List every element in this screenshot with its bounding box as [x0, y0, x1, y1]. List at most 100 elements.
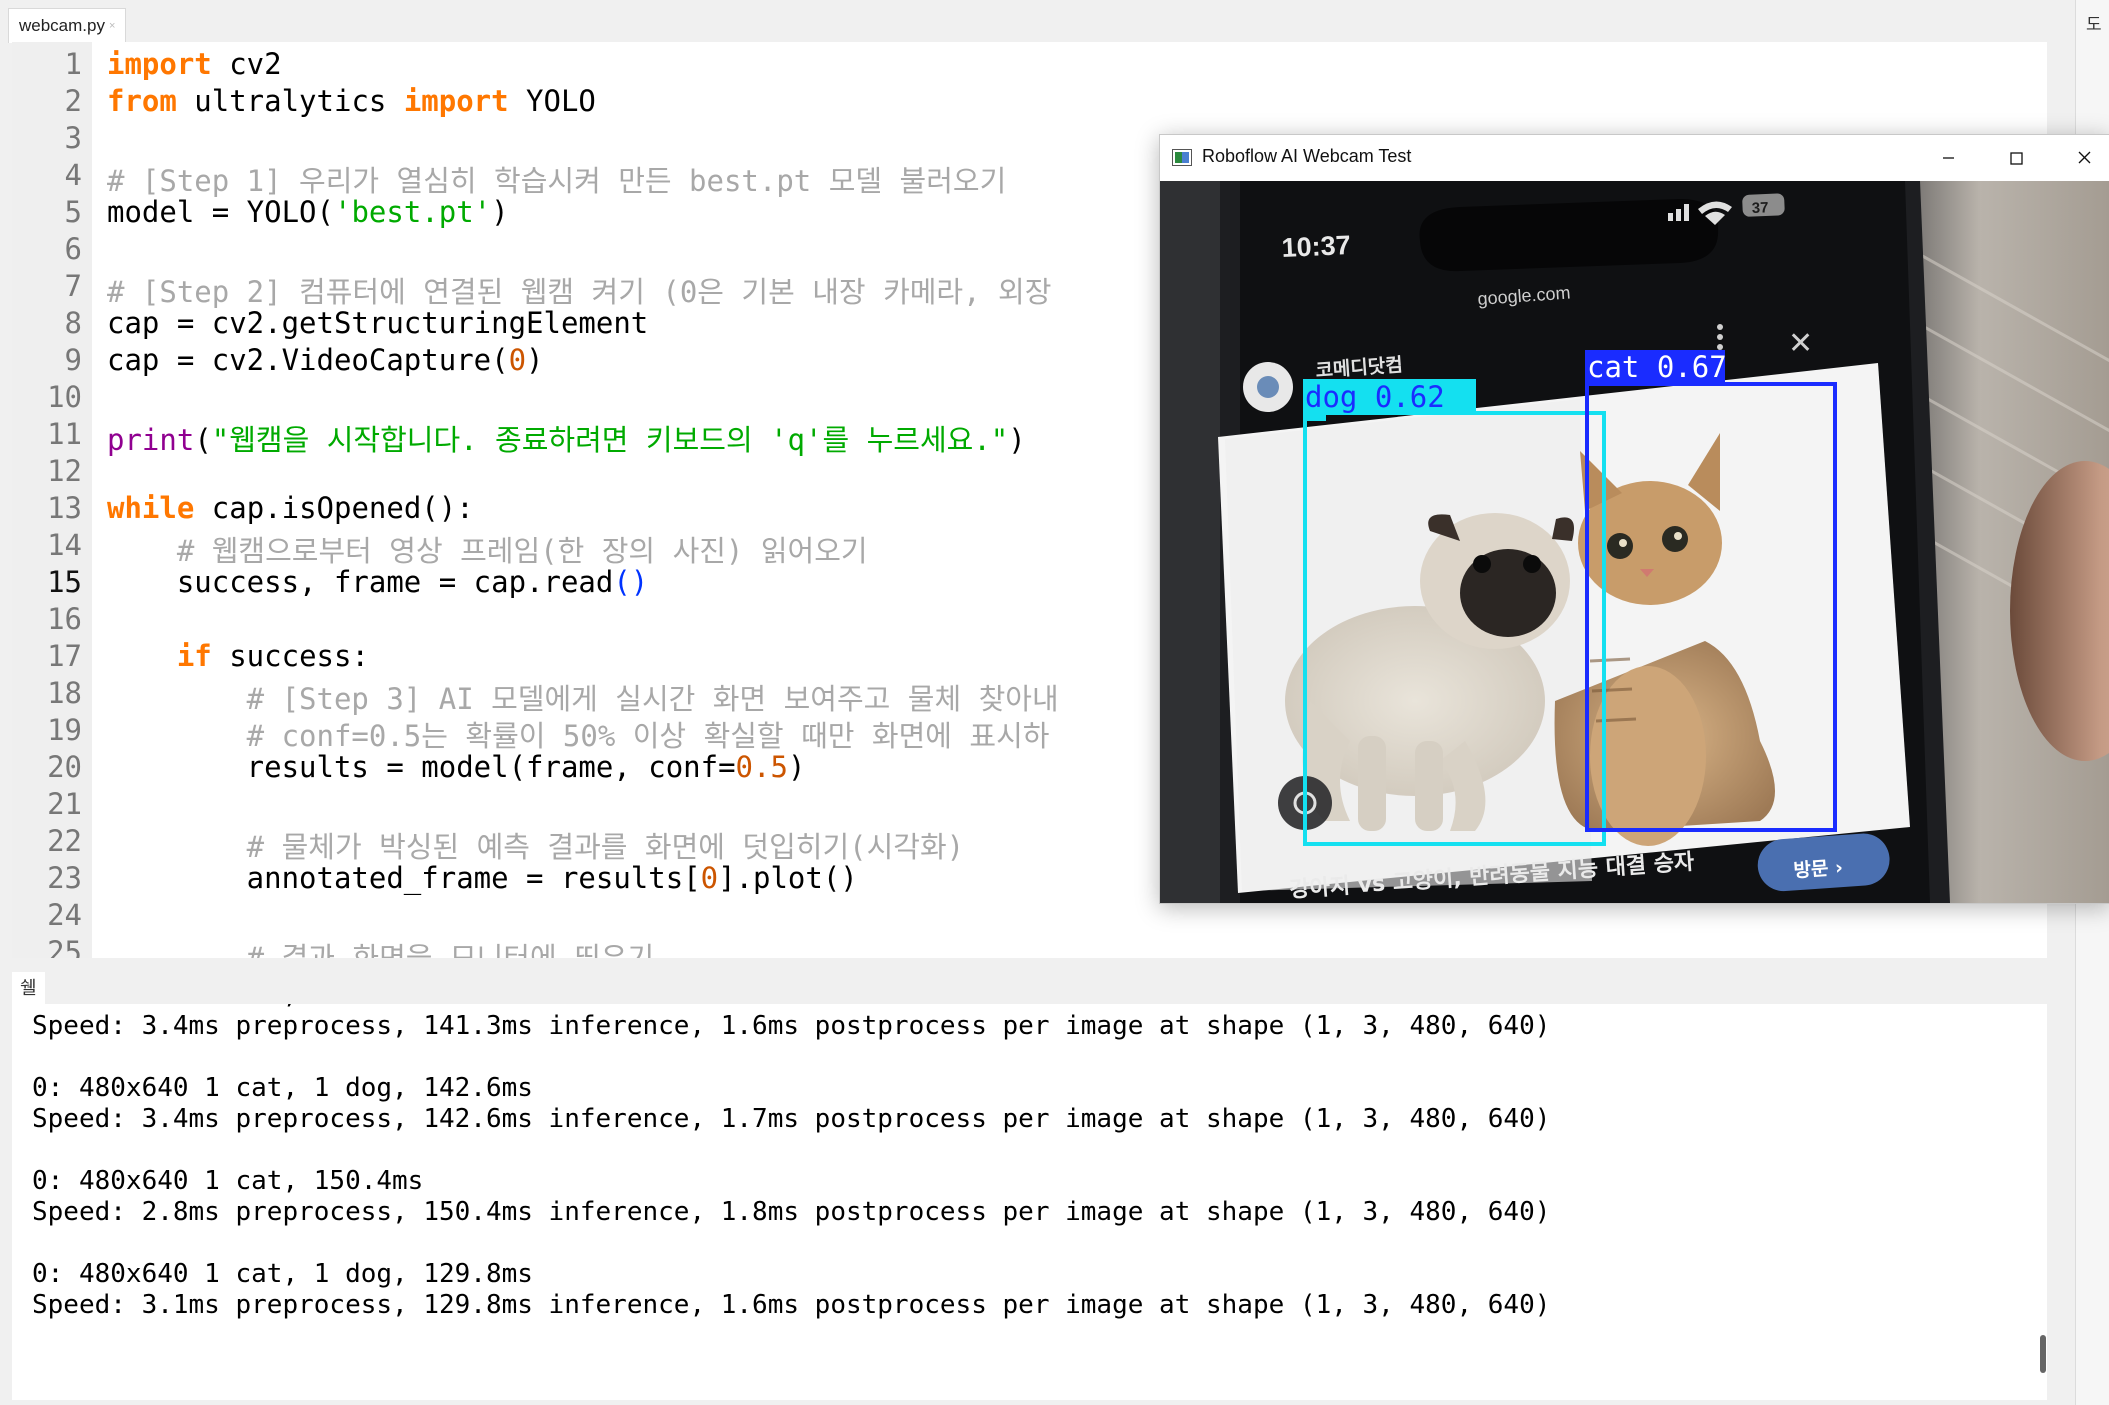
battery-level: 37	[1751, 199, 1768, 217]
code-token: import	[403, 84, 509, 118]
line-number: 15	[47, 565, 82, 599]
line-number: 2	[64, 84, 82, 118]
line-number: 5	[64, 195, 82, 229]
code-token: annotated_frame = results[	[107, 861, 701, 895]
code-token: cap = cv2.VideoCapture(	[107, 343, 509, 377]
shell-line: Speed: 3.4ms preprocess, 141.3ms inferen…	[32, 1011, 1551, 1041]
code-token: # conf=0.5는 확률이 50% 이상 확실할 때만 화면에 표시하	[107, 719, 1050, 753]
code-token: ultralytics	[176, 84, 404, 118]
line-number: 3	[64, 121, 82, 155]
line-number: 25	[47, 935, 82, 958]
app-icon	[1172, 149, 1192, 166]
webcam-title: Roboflow AI Webcam Test	[1202, 146, 1412, 166]
line-number: 13	[47, 491, 82, 525]
more-options-icon	[1717, 324, 1723, 350]
code-line[interactable]: if success:	[107, 639, 369, 673]
code-token: # [Step 2] 컴퓨터에 연결된 웹캠 켜기 (0은 기본 내장 카메라,…	[107, 275, 1052, 309]
code-token: ()	[613, 565, 649, 599]
maximize-button[interactable]	[1982, 135, 2050, 181]
line-number: 12	[47, 454, 82, 488]
code-token: import	[107, 47, 212, 81]
webcam-frame: 10:37 37 google.com ✕ 코메디닷컴 강아지 vs 고양이, …	[1160, 181, 2109, 903]
code-token: cv2	[211, 47, 282, 81]
line-number: 14	[47, 528, 82, 562]
code-token: ].plot()	[718, 861, 858, 895]
visit-button-label: 방문 ›	[1793, 857, 1844, 882]
code-line[interactable]: # 물체가 박싱된 예측 결과를 화면에 덧입히기(시각화)	[107, 824, 964, 866]
file-tab-webcam[interactable]: webcam.py ×	[8, 8, 127, 43]
code-token: 0	[508, 343, 527, 377]
shell-line: Speed: 3.4ms preprocess, 142.6ms inferen…	[32, 1104, 1551, 1134]
close-icon	[2078, 151, 2091, 164]
webcam-titlebar[interactable]: Roboflow AI Webcam Test	[1160, 135, 2109, 181]
code-token: # [Step 3] AI 모델에게 실시간 화면 보여주고 물체 찾아내	[107, 682, 1059, 716]
code-line[interactable]: cap = cv2.VideoCapture(0)	[107, 343, 544, 377]
code-token: results = model(frame, conf=	[107, 750, 736, 784]
code-token: )	[1008, 423, 1026, 457]
code-line[interactable]: annotated_frame = results[0].plot()	[107, 861, 858, 895]
code-token: 'best.pt'	[333, 195, 492, 229]
code-line[interactable]: print("웹캠을 시작합니다. 종료하려면 키보드의 'q'를 누르세요."…	[107, 417, 1026, 459]
code-line[interactable]: # conf=0.5는 확률이 50% 이상 확실할 때만 화면에 표시하	[107, 713, 1050, 755]
code-token: model = YOLO(	[107, 195, 334, 229]
line-number: 1	[64, 47, 82, 81]
dynamic-island	[1419, 199, 1719, 272]
code-line[interactable]: from ultralytics import YOLO	[107, 84, 596, 118]
shell-line: 0: 480x640 1 cat, 150.4ms	[32, 1166, 424, 1196]
code-line[interactable]: # [Step 1] 우리가 열심히 학습시켜 만든 best.pt 모델 불러…	[107, 158, 1006, 200]
line-number: 8	[64, 306, 82, 340]
code-line[interactable]: cap = cv2.getStructuringElement	[107, 306, 648, 340]
shell-line: Speed: 3.1ms preprocess, 129.8ms inferen…	[32, 1290, 1551, 1320]
tab-close-icon[interactable]: ×	[109, 20, 115, 32]
code-token: "웹캠을 시작합니다. 종료하려면 키보드의 'q'를 누르세요."	[211, 423, 1009, 457]
shell-output[interactable]: 0: 480x640 1 cat, 141.3msSpeed: 3.4ms pr…	[12, 1004, 2047, 1400]
line-number: 23	[47, 861, 82, 895]
code-token: success:	[211, 639, 369, 673]
file-tab-label: webcam.py	[19, 16, 105, 35]
shell-tab-label: 쉘	[20, 978, 37, 999]
line-number: 21	[47, 787, 82, 821]
code-token: from	[107, 84, 177, 118]
code-line[interactable]: model = YOLO('best.pt')	[107, 195, 509, 229]
shell-tab[interactable]: 쉘	[12, 972, 45, 1006]
shell-line: 0: 480x640 1 cat, 1 dog, 142.6ms	[32, 1073, 533, 1103]
line-number: 11	[47, 417, 82, 451]
minimize-button[interactable]	[1914, 135, 1982, 181]
code-token: cap = cv2.getStructuringElement	[107, 306, 649, 340]
code-token: YOLO	[508, 84, 596, 118]
webcam-feed: 10:37 37 google.com ✕ 코메디닷컴 강아지 vs 고양이, …	[1160, 181, 2109, 903]
code-token: # 물체가 박싱된 예측 결과를 화면에 덧입히기(시각화)	[107, 830, 965, 864]
code-line[interactable]: while cap.isOpened():	[107, 491, 474, 525]
line-number: 10	[47, 380, 82, 414]
code-line[interactable]: # [Step 3] AI 모델에게 실시간 화면 보여주고 물체 찾아내	[107, 676, 1059, 718]
shell-scrollbar[interactable]	[2040, 1335, 2046, 1373]
line-number: 16	[47, 602, 82, 636]
minimize-icon	[1943, 157, 1954, 159]
cat-label: cat 0.67	[1587, 350, 1727, 384]
right-panel-label[interactable]: 도	[2086, 10, 2102, 35]
line-number: 20	[47, 750, 82, 784]
code-line[interactable]: success, frame = cap.read()	[107, 565, 648, 599]
code-line[interactable]: results = model(frame, conf=0.5)	[107, 750, 806, 784]
code-token: # 결과 화면을 모니터에 띄우기	[107, 941, 655, 958]
code-token: 0	[700, 861, 719, 895]
code-token: )	[526, 343, 544, 377]
code-token: )	[491, 195, 509, 229]
code-line[interactable]: import cv2	[107, 47, 282, 81]
code-token: 0.5	[735, 750, 788, 784]
code-line[interactable]: # [Step 2] 컴퓨터에 연결된 웹캠 켜기 (0은 기본 내장 카메라,…	[107, 269, 1051, 311]
code-token: success, frame = cap.read	[107, 565, 614, 599]
code-token: print	[107, 423, 195, 457]
code-line[interactable]: # 결과 화면을 모니터에 띄우기	[107, 935, 654, 958]
channel-logo-icon	[1257, 376, 1279, 398]
line-number: 22	[47, 824, 82, 858]
line-number: 7	[64, 269, 82, 303]
webcam-window[interactable]: Roboflow AI Webcam Test 10:37 37 google.…	[1159, 134, 2109, 904]
code-token: if	[176, 639, 212, 673]
close-button[interactable]	[2050, 135, 2109, 181]
code-token: (	[194, 423, 212, 457]
code-token: cap.isOpened():	[194, 491, 474, 525]
shell-line: 0: 480x640 1 cat, 141.3ms	[32, 1004, 423, 1010]
code-line[interactable]: # 웹캠으로부터 영상 프레임(한 장의 사진) 읽어오기	[107, 528, 868, 570]
